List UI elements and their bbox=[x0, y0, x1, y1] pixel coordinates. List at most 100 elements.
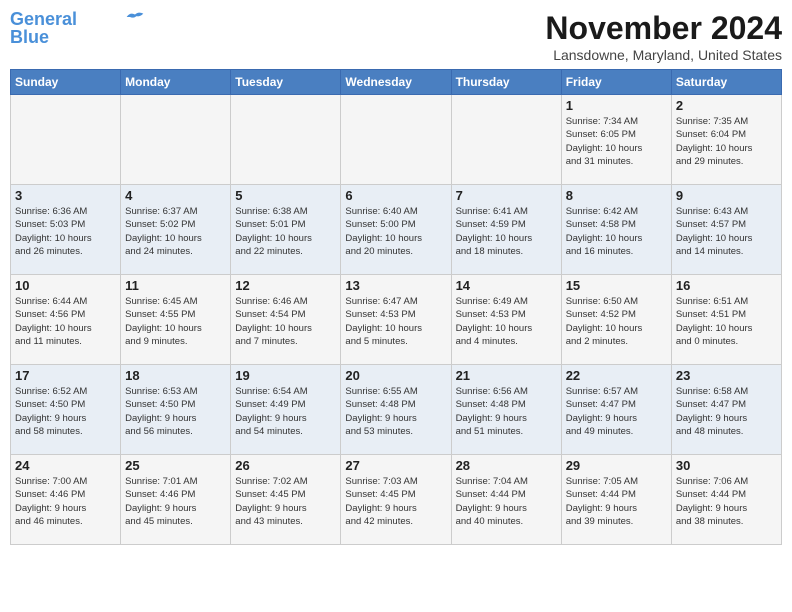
day-number: 4 bbox=[125, 188, 226, 203]
day-info: Sunrise: 6:47 AM Sunset: 4:53 PM Dayligh… bbox=[345, 295, 446, 348]
day-number: 5 bbox=[235, 188, 336, 203]
calendar-cell-3-3: 20 Sunrise: 6:55 AM Sunset: 4:48 PM Dayli… bbox=[341, 365, 451, 455]
calendar-cell-2-5: 15 Sunrise: 6:50 AM Sunset: 4:52 PM Dayli… bbox=[561, 275, 671, 365]
logo-bird-icon bbox=[125, 10, 145, 24]
day-info: Sunrise: 6:37 AM Sunset: 5:02 PM Dayligh… bbox=[125, 205, 226, 258]
calendar-cell-0-0 bbox=[11, 95, 121, 185]
calendar-cell-1-5: 8 Sunrise: 6:42 AM Sunset: 4:58 PM Daylig… bbox=[561, 185, 671, 275]
day-info: Sunrise: 6:50 AM Sunset: 4:52 PM Dayligh… bbox=[566, 295, 667, 348]
calendar-header-monday: Monday bbox=[121, 70, 231, 95]
calendar-cell-3-2: 19 Sunrise: 6:54 AM Sunset: 4:49 PM Dayli… bbox=[231, 365, 341, 455]
day-number: 25 bbox=[125, 458, 226, 473]
day-info: Sunrise: 6:54 AM Sunset: 4:49 PM Dayligh… bbox=[235, 385, 336, 438]
calendar-week-0: 1Sunrise: 7:34 AM Sunset: 6:05 PM Daylig… bbox=[11, 95, 782, 185]
calendar-cell-0-5: 1Sunrise: 7:34 AM Sunset: 6:05 PM Daylig… bbox=[561, 95, 671, 185]
logo-text: General bbox=[10, 10, 77, 28]
calendar-cell-1-2: 5 Sunrise: 6:38 AM Sunset: 5:01 PM Daylig… bbox=[231, 185, 341, 275]
day-number: 6 bbox=[345, 188, 446, 203]
calendar-cell-4-1: 25 Sunrise: 7:01 AM Sunset: 4:46 PM Dayli… bbox=[121, 455, 231, 545]
calendar-cell-0-4 bbox=[451, 95, 561, 185]
calendar-cell-0-1 bbox=[121, 95, 231, 185]
calendar-cell-1-3: 6 Sunrise: 6:40 AM Sunset: 5:00 PM Daylig… bbox=[341, 185, 451, 275]
day-number: 18 bbox=[125, 368, 226, 383]
day-number: 30 bbox=[676, 458, 777, 473]
day-info: Sunrise: 6:49 AM Sunset: 4:53 PM Dayligh… bbox=[456, 295, 557, 348]
calendar-week-3: 17Sunrise: 6:52 AM Sunset: 4:50 PM Dayli… bbox=[11, 365, 782, 455]
calendar-week-4: 24Sunrise: 7:00 AM Sunset: 4:46 PM Dayli… bbox=[11, 455, 782, 545]
calendar-cell-4-2: 26 Sunrise: 7:02 AM Sunset: 4:45 PM Dayli… bbox=[231, 455, 341, 545]
calendar-header-wednesday: Wednesday bbox=[341, 70, 451, 95]
day-info: Sunrise: 6:58 AM Sunset: 4:47 PM Dayligh… bbox=[676, 385, 777, 438]
calendar-cell-1-4: 7 Sunrise: 6:41 AM Sunset: 4:59 PM Daylig… bbox=[451, 185, 561, 275]
calendar-cell-1-0: 3 Sunrise: 6:36 AM Sunset: 5:03 PM Daylig… bbox=[11, 185, 121, 275]
day-number: 16 bbox=[676, 278, 777, 293]
day-info: Sunrise: 6:42 AM Sunset: 4:58 PM Dayligh… bbox=[566, 205, 667, 258]
day-number: 8 bbox=[566, 188, 667, 203]
calendar-cell-4-5: 29 Sunrise: 7:05 AM Sunset: 4:44 PM Dayli… bbox=[561, 455, 671, 545]
day-info: Sunrise: 6:53 AM Sunset: 4:50 PM Dayligh… bbox=[125, 385, 226, 438]
calendar-week-1: 3 Sunrise: 6:36 AM Sunset: 5:03 PM Daylig… bbox=[11, 185, 782, 275]
day-info: Sunrise: 6:45 AM Sunset: 4:55 PM Dayligh… bbox=[125, 295, 226, 348]
day-info: Sunrise: 6:38 AM Sunset: 5:01 PM Dayligh… bbox=[235, 205, 336, 258]
calendar-cell-4-3: 27 Sunrise: 7:03 AM Sunset: 4:45 PM Dayli… bbox=[341, 455, 451, 545]
day-info: Sunrise: 6:46 AM Sunset: 4:54 PM Dayligh… bbox=[235, 295, 336, 348]
day-number: 3 bbox=[15, 188, 116, 203]
calendar-cell-2-4: 14Sunrise: 6:49 AM Sunset: 4:53 PM Dayli… bbox=[451, 275, 561, 365]
day-number: 26 bbox=[235, 458, 336, 473]
day-info: Sunrise: 7:05 AM Sunset: 4:44 PM Dayligh… bbox=[566, 475, 667, 528]
day-number: 9 bbox=[676, 188, 777, 203]
day-info: Sunrise: 6:51 AM Sunset: 4:51 PM Dayligh… bbox=[676, 295, 777, 348]
calendar-header-row: SundayMondayTuesdayWednesdayThursdayFrid… bbox=[11, 70, 782, 95]
calendar-cell-2-1: 11Sunrise: 6:45 AM Sunset: 4:55 PM Dayli… bbox=[121, 275, 231, 365]
calendar-cell-4-4: 28Sunrise: 7:04 AM Sunset: 4:44 PM Dayli… bbox=[451, 455, 561, 545]
calendar-cell-2-2: 12 Sunrise: 6:46 AM Sunset: 4:54 PM Dayli… bbox=[231, 275, 341, 365]
location: Lansdowne, Maryland, United States bbox=[545, 47, 782, 63]
calendar-cell-2-6: 16 Sunrise: 6:51 AM Sunset: 4:51 PM Dayli… bbox=[671, 275, 781, 365]
day-info: Sunrise: 6:36 AM Sunset: 5:03 PM Dayligh… bbox=[15, 205, 116, 258]
day-info: Sunrise: 7:02 AM Sunset: 4:45 PM Dayligh… bbox=[235, 475, 336, 528]
day-info: Sunrise: 7:03 AM Sunset: 4:45 PM Dayligh… bbox=[345, 475, 446, 528]
day-info: Sunrise: 7:04 AM Sunset: 4:44 PM Dayligh… bbox=[456, 475, 557, 528]
calendar-cell-4-0: 24Sunrise: 7:00 AM Sunset: 4:46 PM Dayli… bbox=[11, 455, 121, 545]
day-info: Sunrise: 7:35 AM Sunset: 6:04 PM Dayligh… bbox=[676, 115, 777, 168]
day-info: Sunrise: 6:40 AM Sunset: 5:00 PM Dayligh… bbox=[345, 205, 446, 258]
day-number: 7 bbox=[456, 188, 557, 203]
day-info: Sunrise: 7:01 AM Sunset: 4:46 PM Dayligh… bbox=[125, 475, 226, 528]
day-info: Sunrise: 6:55 AM Sunset: 4:48 PM Dayligh… bbox=[345, 385, 446, 438]
day-info: Sunrise: 6:44 AM Sunset: 4:56 PM Dayligh… bbox=[15, 295, 116, 348]
calendar-cell-3-6: 23 Sunrise: 6:58 AM Sunset: 4:47 PM Dayli… bbox=[671, 365, 781, 455]
day-info: Sunrise: 6:41 AM Sunset: 4:59 PM Dayligh… bbox=[456, 205, 557, 258]
calendar-header-thursday: Thursday bbox=[451, 70, 561, 95]
month-title: November 2024 bbox=[545, 10, 782, 47]
calendar-cell-3-5: 22Sunrise: 6:57 AM Sunset: 4:47 PM Dayli… bbox=[561, 365, 671, 455]
day-number: 19 bbox=[235, 368, 336, 383]
day-number: 1 bbox=[566, 98, 667, 113]
calendar-cell-1-1: 4 Sunrise: 6:37 AM Sunset: 5:02 PM Daylig… bbox=[121, 185, 231, 275]
calendar-header-friday: Friday bbox=[561, 70, 671, 95]
calendar-cell-4-6: 30 Sunrise: 7:06 AM Sunset: 4:44 PM Dayli… bbox=[671, 455, 781, 545]
day-number: 29 bbox=[566, 458, 667, 473]
day-number: 21 bbox=[456, 368, 557, 383]
calendar-cell-0-2 bbox=[231, 95, 341, 185]
logo-blue: Blue bbox=[10, 28, 49, 46]
day-number: 27 bbox=[345, 458, 446, 473]
day-number: 10 bbox=[15, 278, 116, 293]
day-number: 23 bbox=[676, 368, 777, 383]
day-info: Sunrise: 7:00 AM Sunset: 4:46 PM Dayligh… bbox=[15, 475, 116, 528]
day-number: 15 bbox=[566, 278, 667, 293]
title-area: November 2024 Lansdowne, Maryland, Unite… bbox=[545, 10, 782, 63]
calendar-header-tuesday: Tuesday bbox=[231, 70, 341, 95]
day-number: 17 bbox=[15, 368, 116, 383]
calendar-cell-0-3 bbox=[341, 95, 451, 185]
day-info: Sunrise: 7:06 AM Sunset: 4:44 PM Dayligh… bbox=[676, 475, 777, 528]
calendar-cell-3-0: 17Sunrise: 6:52 AM Sunset: 4:50 PM Dayli… bbox=[11, 365, 121, 455]
day-number: 12 bbox=[235, 278, 336, 293]
day-number: 20 bbox=[345, 368, 446, 383]
calendar-cell-1-6: 9Sunrise: 6:43 AM Sunset: 4:57 PM Daylig… bbox=[671, 185, 781, 275]
day-info: Sunrise: 6:57 AM Sunset: 4:47 PM Dayligh… bbox=[566, 385, 667, 438]
calendar-cell-0-6: 2 Sunrise: 7:35 AM Sunset: 6:04 PM Daylig… bbox=[671, 95, 781, 185]
calendar-cell-2-0: 10 Sunrise: 6:44 AM Sunset: 4:56 PM Dayli… bbox=[11, 275, 121, 365]
day-number: 13 bbox=[345, 278, 446, 293]
logo: General Blue bbox=[10, 10, 145, 46]
day-number: 2 bbox=[676, 98, 777, 113]
